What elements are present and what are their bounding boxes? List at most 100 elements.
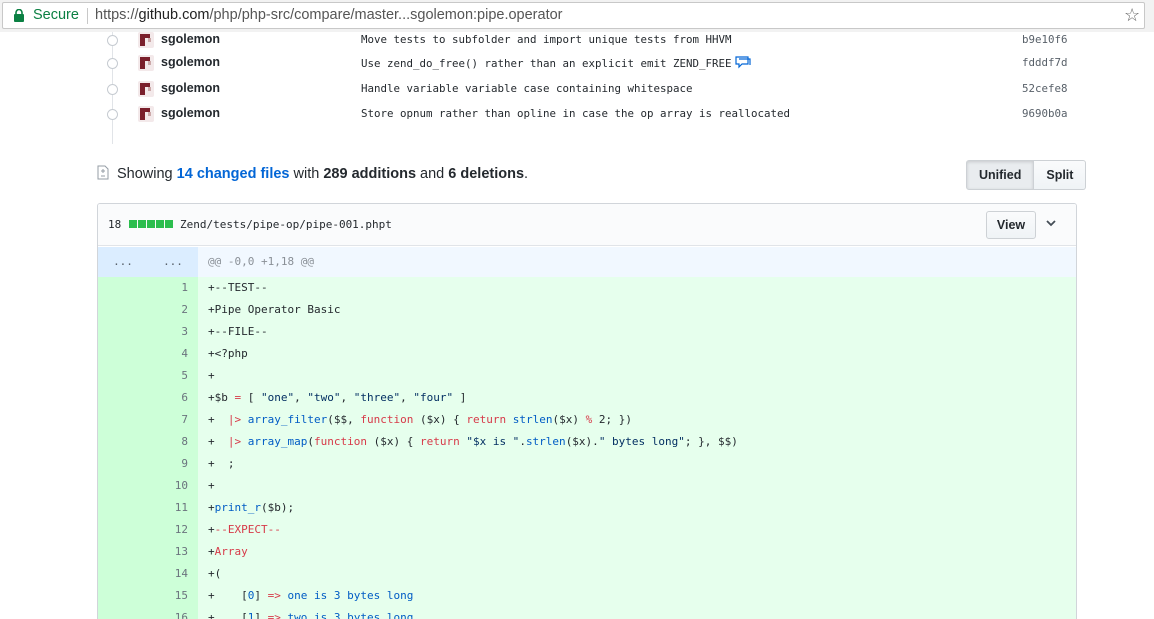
commit-author[interactable]: sgolemon bbox=[161, 106, 220, 120]
commit-sha[interactable]: 52cefe8 bbox=[1022, 82, 1068, 95]
hunk-expand-new[interactable]: ... bbox=[148, 247, 198, 277]
new-line-number[interactable]: 5 bbox=[148, 365, 198, 387]
commit-sha[interactable]: 9690b0a bbox=[1022, 107, 1068, 120]
commit-author[interactable]: sgolemon bbox=[161, 32, 220, 46]
code-line: +--EXPECT-- bbox=[208, 519, 281, 541]
diff-line: 15 + [0] => one is 3 bytes long bbox=[98, 585, 1076, 607]
commit-sha[interactable]: b9e10f6 bbox=[1022, 33, 1068, 46]
new-line-number[interactable]: 13 bbox=[148, 541, 198, 563]
old-line-number[interactable] bbox=[98, 607, 148, 619]
diffstat-bar bbox=[129, 220, 173, 228]
old-line-number[interactable] bbox=[98, 409, 148, 431]
new-line-number[interactable]: 15 bbox=[148, 585, 198, 607]
commit-row: sgolemon Handle variable variable case c… bbox=[0, 80, 1154, 100]
code-token: + bbox=[208, 369, 215, 382]
new-line-number[interactable]: 9 bbox=[148, 453, 198, 475]
summary-prefix: Showing bbox=[117, 166, 173, 182]
commit-dot-icon bbox=[107, 35, 118, 46]
code-token: array_map bbox=[247, 435, 308, 448]
hunk-expand-old[interactable]: ... bbox=[98, 247, 148, 277]
new-line-number[interactable]: 14 bbox=[148, 563, 198, 585]
avatar[interactable] bbox=[138, 106, 154, 122]
split-button[interactable]: Split bbox=[1034, 160, 1087, 190]
omnibox[interactable]: Secure https://github.com/php/php-src/co… bbox=[2, 2, 1145, 29]
commit-message[interactable]: Handle variable variable case containing… bbox=[361, 82, 693, 95]
new-line-number[interactable]: 8 bbox=[148, 431, 198, 453]
new-line-number[interactable]: 2 bbox=[148, 299, 198, 321]
url-scheme: https:// bbox=[95, 7, 139, 23]
code-token: + bbox=[208, 501, 215, 514]
code-token: + [ bbox=[208, 589, 248, 602]
code-token: return bbox=[466, 413, 507, 426]
secure-label: Secure bbox=[33, 7, 79, 23]
commit-sha[interactable]: fdddf7d bbox=[1022, 56, 1068, 69]
commit-author[interactable]: sgolemon bbox=[161, 55, 220, 69]
diff-line: 7 + |> array_filter($$, function ($x) { r… bbox=[98, 409, 1076, 431]
changed-files-link[interactable]: 14 changed files bbox=[177, 166, 290, 182]
diff-line: 3 +--FILE-- bbox=[98, 321, 1076, 343]
commit-author[interactable]: sgolemon bbox=[161, 81, 220, 95]
code-token: Array bbox=[214, 545, 248, 558]
old-line-number[interactable] bbox=[98, 563, 148, 585]
old-line-number[interactable] bbox=[98, 519, 148, 541]
code-token: array_filter bbox=[247, 413, 328, 426]
new-line-number[interactable]: 3 bbox=[148, 321, 198, 343]
code-token: "four" bbox=[413, 391, 454, 404]
view-file-button[interactable]: View bbox=[986, 211, 1036, 239]
new-line-number[interactable]: 6 bbox=[148, 387, 198, 409]
code-token: + bbox=[208, 435, 228, 448]
new-line-number[interactable]: 10 bbox=[148, 475, 198, 497]
file-path[interactable]: Zend/tests/pipe-op/pipe-001.phpt bbox=[180, 218, 392, 231]
code-token: + ; bbox=[208, 457, 235, 470]
diff-summary: Showing 14 changed files with 289 additi… bbox=[97, 160, 1087, 190]
avatar[interactable] bbox=[138, 81, 154, 97]
new-line-number[interactable]: 16 bbox=[148, 607, 198, 619]
comment-icon[interactable] bbox=[734, 56, 751, 69]
code-token: ; }, $$) bbox=[684, 435, 738, 448]
old-line-number[interactable] bbox=[98, 497, 148, 519]
code-token: +$b bbox=[208, 391, 235, 404]
new-line-number[interactable]: 11 bbox=[148, 497, 198, 519]
old-line-number[interactable] bbox=[98, 321, 148, 343]
unified-button[interactable]: Unified bbox=[966, 160, 1035, 190]
commit-message[interactable]: Store opnum rather than opline in case t… bbox=[361, 107, 790, 120]
diff-line: 8 + |> array_map(function ($x) { return "… bbox=[98, 431, 1076, 453]
code-line: + bbox=[208, 475, 215, 497]
code-token: + bbox=[208, 523, 215, 536]
old-line-number[interactable] bbox=[98, 299, 148, 321]
avatar[interactable] bbox=[138, 55, 154, 71]
commit-row: sgolemon Move tests to subfolder and imp… bbox=[0, 31, 1154, 51]
old-line-number[interactable] bbox=[98, 343, 148, 365]
old-line-number[interactable] bbox=[98, 475, 148, 497]
old-line-number[interactable] bbox=[98, 431, 148, 453]
commit-message[interactable]: Move tests to subfolder and import uniqu… bbox=[361, 33, 732, 46]
old-line-number[interactable] bbox=[98, 453, 148, 475]
commit-message-text[interactable]: Use zend_do_free() rather than an explic… bbox=[361, 57, 732, 70]
chevron-down-icon[interactable] bbox=[1045, 218, 1057, 228]
old-line-number[interactable] bbox=[98, 585, 148, 607]
code-line: +( bbox=[208, 563, 221, 585]
code-token: +--TEST-- bbox=[208, 281, 268, 294]
avatar[interactable] bbox=[138, 32, 154, 48]
hunk-header: ... ... @@ -0,0 +1,18 @@ bbox=[98, 247, 1076, 277]
code-token: ] bbox=[453, 391, 467, 404]
new-line-number[interactable]: 7 bbox=[148, 409, 198, 431]
new-line-number[interactable]: 4 bbox=[148, 343, 198, 365]
new-line-number[interactable]: 12 bbox=[148, 519, 198, 541]
new-line-number[interactable]: 1 bbox=[148, 277, 198, 299]
old-line-number[interactable] bbox=[98, 387, 148, 409]
deletions-count: 6 deletions bbox=[448, 166, 525, 182]
bookmark-star-icon[interactable]: ☆ bbox=[1124, 5, 1140, 26]
url-text[interactable]: https://github.com/php/php-src/compare/m… bbox=[95, 7, 563, 23]
old-line-number[interactable] bbox=[98, 277, 148, 299]
code-line: + bbox=[208, 365, 215, 387]
code-token: ( bbox=[307, 435, 314, 448]
old-line-number[interactable] bbox=[98, 365, 148, 387]
old-line-number[interactable] bbox=[98, 541, 148, 563]
commit-message[interactable]: Use zend_do_free() rather than an explic… bbox=[361, 56, 751, 70]
commit-list: sgolemon Move tests to subfolder and imp… bbox=[0, 31, 1154, 144]
code-token: ($x) { bbox=[366, 435, 420, 448]
diffstat-block bbox=[138, 220, 146, 228]
